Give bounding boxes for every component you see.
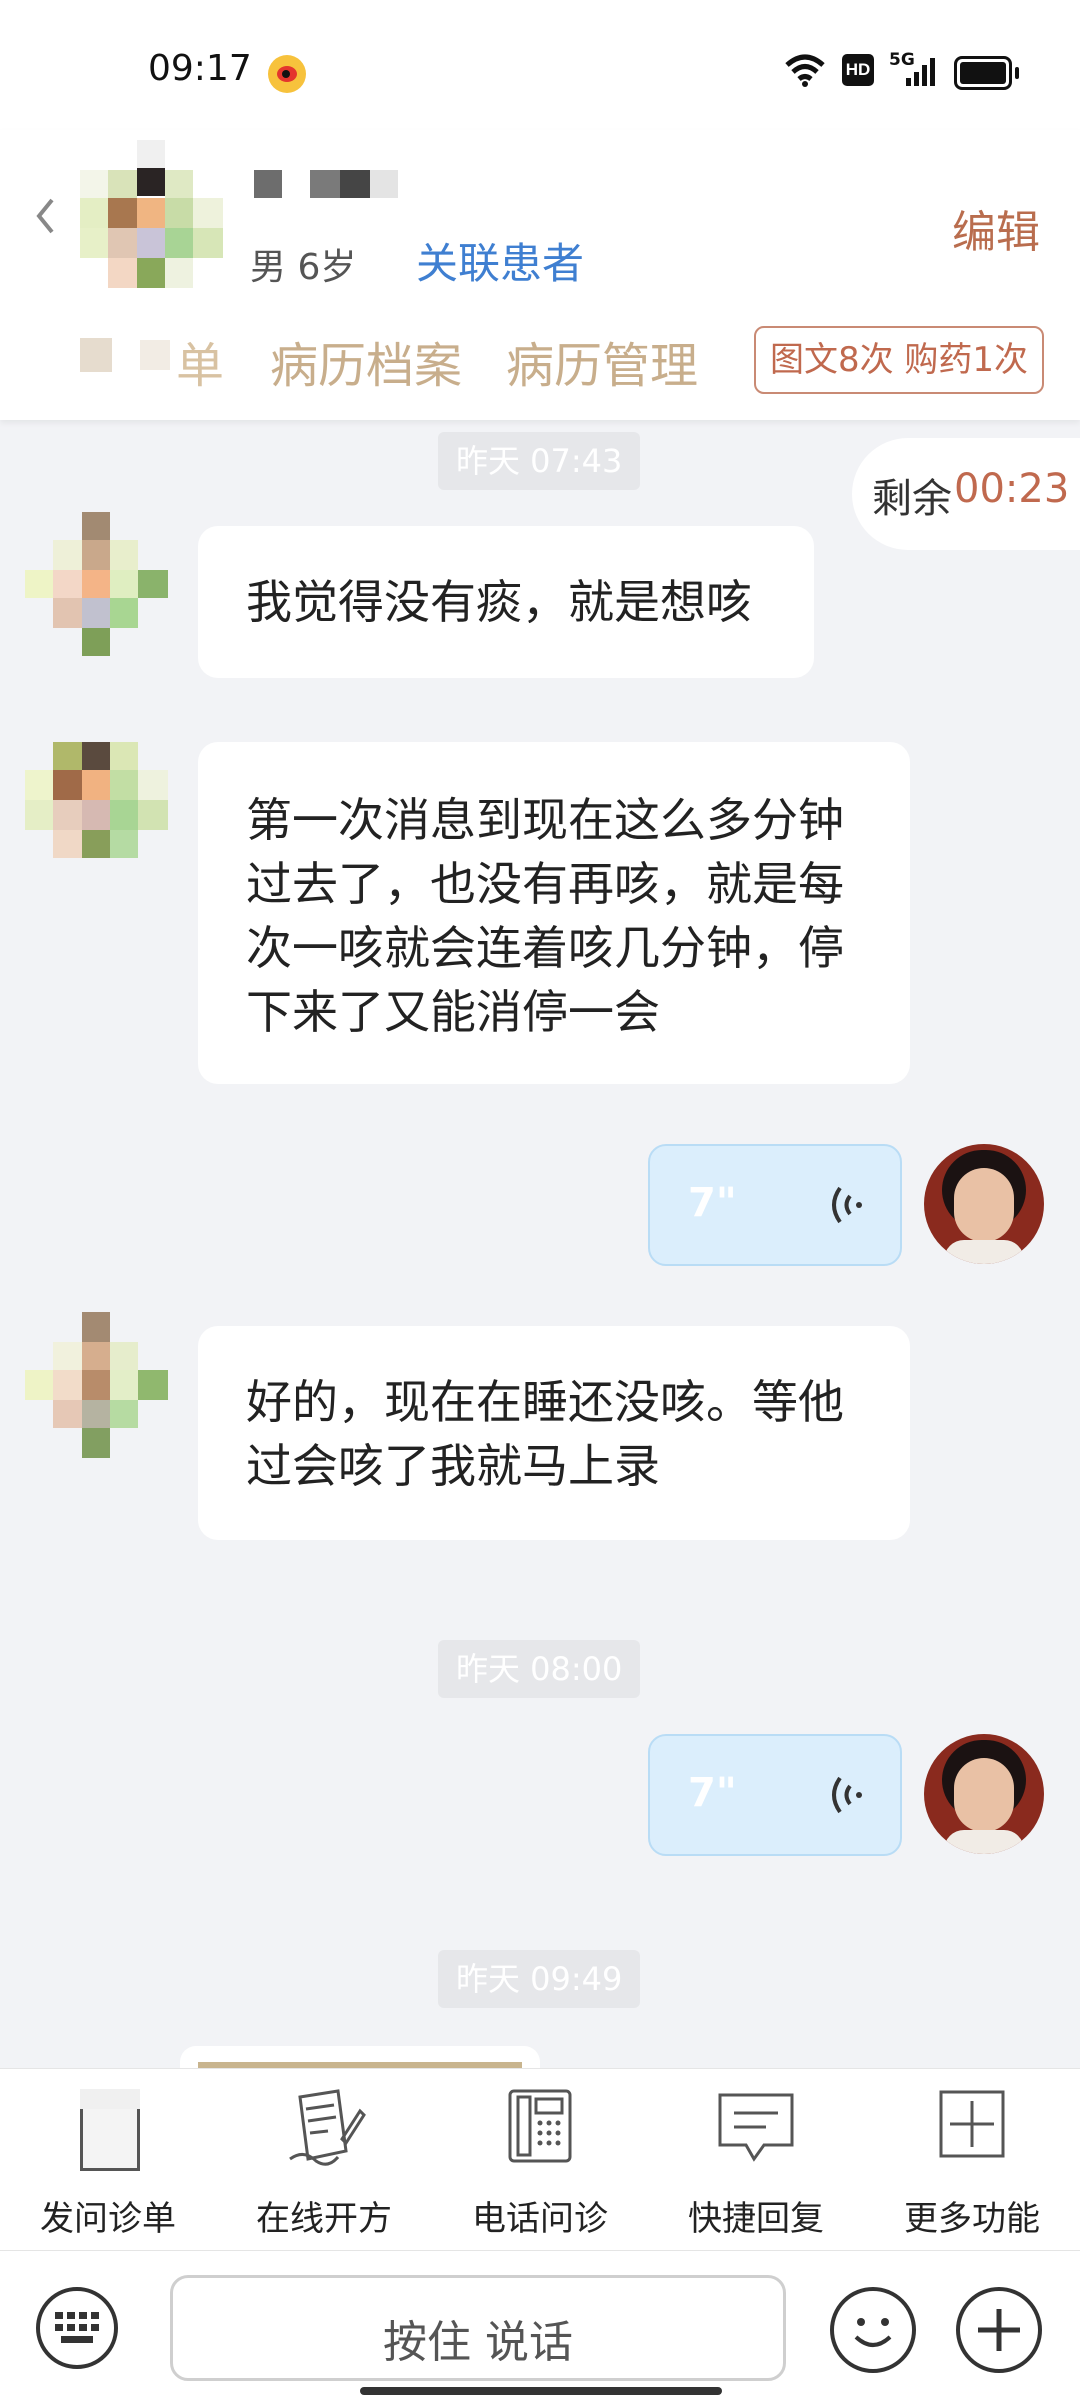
quick-reply-icon — [718, 2093, 794, 2162]
more-functions-button[interactable]: 更多功能 — [864, 2069, 1080, 2251]
tab-redacted-blur — [80, 338, 112, 372]
timestamp: 昨天 09:49 — [438, 1950, 641, 2008]
voice-wave-icon — [832, 1186, 862, 1224]
link-patient-button[interactable]: 关联患者 — [416, 230, 584, 291]
voice-wave-icon — [832, 1776, 862, 1814]
patient-avatar[interactable] — [80, 140, 226, 290]
message-line: 过会咳了我就马上录 — [246, 1439, 660, 1493]
send-questionnaire-button[interactable]: 发问诊单 — [0, 2069, 216, 2251]
voice-message[interactable]: 7" — [648, 1734, 902, 1856]
weibo-icon — [268, 55, 306, 93]
plus-square-icon — [939, 2090, 1005, 2158]
tab-record-management[interactable]: 病历管理 — [506, 326, 698, 396]
toolbar-label: 在线开方 — [256, 2199, 392, 2239]
home-indicator — [360, 2387, 722, 2395]
toolbar-label: 更多功能 — [904, 2199, 1040, 2239]
patient-gender-age: 男 6岁 — [250, 247, 357, 288]
message-line: 好的，现在在睡还没咳。等他 — [246, 1375, 844, 1429]
patient-avatar[interactable] — [25, 512, 169, 656]
form-icon — [80, 2089, 140, 2171]
message-text: 好的，现在在睡还没咳。等他 过会咳了我就马上录 — [246, 1370, 844, 1498]
patient-header: 男 6岁 关联患者 编辑 单 病历档案 病历管理 图文8次 购药1次 — [0, 130, 1080, 420]
doctor-avatar[interactable] — [924, 1734, 1044, 1854]
tab-medical-records[interactable]: 病历档案 — [270, 326, 462, 396]
voice-duration: 7" — [688, 1770, 737, 1816]
signal-icon — [906, 58, 935, 86]
remaining-label: 剩余 — [872, 476, 952, 522]
timestamp: 昨天 08:00 — [438, 1640, 641, 1698]
toolbar-label: 电话问诊 — [472, 2199, 608, 2239]
patient-avatar[interactable] — [25, 1312, 169, 1458]
message-line: 第一次消息到现在这么多分钟 — [246, 793, 844, 847]
emoji-button[interactable] — [830, 2287, 916, 2373]
message-line: 下来了又能消停一会 — [246, 985, 660, 1039]
quick-reply-button[interactable]: 快捷回复 — [648, 2069, 864, 2251]
status-bar: 09:17 HD 5G — [0, 0, 1080, 130]
toolbar-label: 快捷回复 — [688, 2199, 824, 2239]
online-prescription-button[interactable]: 在线开方 — [216, 2069, 432, 2251]
patient-name-redacted — [254, 170, 399, 198]
phone-icon — [508, 2089, 572, 2163]
wifi-icon — [785, 54, 825, 87]
tab-redacted-blur-2 — [140, 340, 170, 370]
plus-icon — [978, 2309, 1020, 2351]
message-text: 第一次消息到现在这么多分钟 过去了，也没有再咳，就是每 次一咳就会连着咳几分钟，… — [246, 788, 844, 1044]
voice-message[interactable]: 7" — [648, 1144, 902, 1266]
tab-consultation[interactable]: 单 — [176, 326, 224, 396]
toolbar-label: 发问诊单 — [40, 2199, 176, 2239]
remaining-time: 00:23 — [954, 466, 1070, 512]
message-bubble: 好的，现在在睡还没咳。等他 过会咳了我就马上录 — [198, 1326, 910, 1540]
add-attachment-button[interactable] — [956, 2287, 1042, 2373]
message-line: 次一咳就会连着咳几分钟，停 — [246, 921, 844, 975]
patient-avatar[interactable] — [25, 742, 169, 858]
function-toolbar: 发问诊单 在线开方 电话问诊 快捷回复 更多功能 — [0, 2068, 1080, 2251]
doctor-avatar[interactable] — [924, 1144, 1044, 1264]
battery-icon — [954, 56, 1019, 90]
remaining-time-pill: 剩余 00:23 — [852, 438, 1080, 550]
edit-button[interactable]: 编辑 — [952, 196, 1040, 260]
timestamp: 昨天 07:43 — [438, 432, 641, 490]
image-message-partial[interactable] — [180, 2046, 540, 2070]
message-bubble: 第一次消息到现在这么多分钟 过去了，也没有再咳，就是每 次一咳就会连着咳几分钟，… — [198, 742, 910, 1084]
keyboard-icon — [55, 2312, 99, 2343]
phone-consultation-button[interactable]: 电话问诊 — [432, 2069, 648, 2251]
service-count-badge[interactable]: 图文8次 购药1次 — [754, 326, 1044, 394]
message-text: 我觉得没有痰，就是想咳 — [246, 575, 752, 629]
status-time: 09:17 — [148, 48, 252, 89]
keyboard-toggle-button[interactable] — [36, 2287, 118, 2369]
message-bubble: 我觉得没有痰，就是想咳 — [198, 526, 814, 678]
voice-duration: 7" — [688, 1180, 737, 1226]
message-line: 过去了，也没有再咳，就是每 — [246, 857, 844, 911]
hd-icon: HD — [842, 54, 874, 86]
back-arrow-icon[interactable] — [34, 196, 56, 236]
hold-to-talk-button[interactable]: 按住 说话 — [170, 2275, 786, 2381]
smile-icon — [854, 2318, 892, 2347]
hold-to-talk-label: 按住 说话 — [383, 2317, 573, 2368]
prescription-icon — [289, 2089, 366, 2166]
input-bar: 按住 说话 — [0, 2250, 1080, 2401]
